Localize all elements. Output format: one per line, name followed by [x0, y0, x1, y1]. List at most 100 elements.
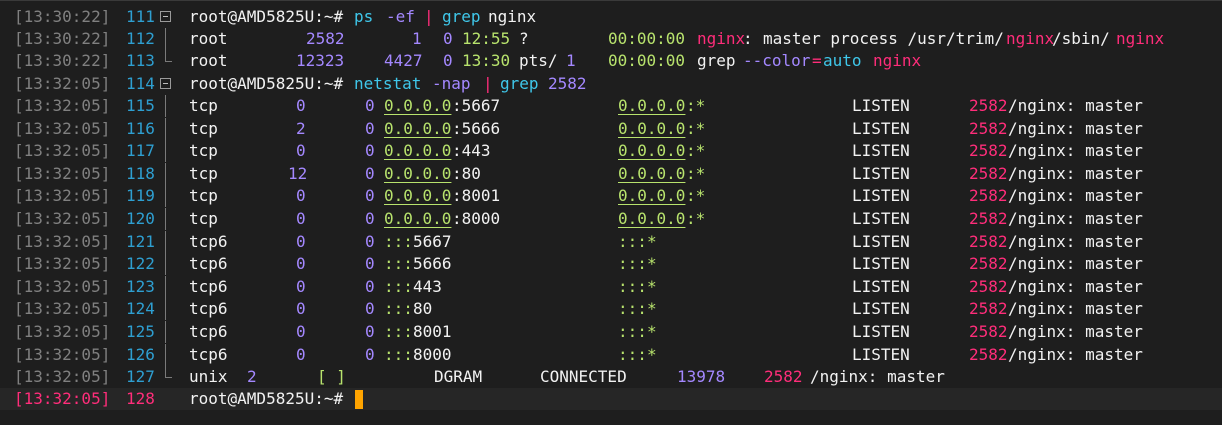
netstat-local-address: :::	[384, 276, 413, 296]
line-number: 125	[126, 322, 155, 341]
netstat-local-port: 8001	[413, 322, 452, 341]
ps-time: 00:00:00	[608, 51, 686, 70]
timestamp: [13:32:05]	[14, 322, 111, 341]
timestamp: [13:30:22]	[14, 29, 111, 48]
netstat-foreign-port: *	[647, 231, 657, 251]
netstat-local-address: :::	[384, 254, 413, 274]
terminal-line: [13:32:05] 114 root@AMD5825U:~# netstat …	[0, 73, 1222, 95]
ps-tty: ?	[519, 29, 529, 48]
timestamp: [13:32:05]	[14, 209, 111, 228]
ps-cmd-option: --color	[743, 51, 811, 70]
ps-stime: 13:30	[462, 51, 511, 70]
command-arg: -nap	[432, 74, 471, 93]
process-highlight: nginx	[873, 51, 922, 70]
ps-c: 0	[443, 51, 453, 70]
netstat-recv-q: 0	[296, 231, 306, 251]
netstat-proto: tcp	[189, 186, 218, 206]
terminal-line: [13:32:05] 126 tcp6 0 0::: 8000::: * LISTEN 2582…	[0, 343, 1222, 366]
netstat-local-port: :443	[452, 141, 491, 161]
netstat-send-q: 0	[365, 299, 375, 319]
fold-guide	[160, 253, 174, 276]
terminal-line: [13:30:22] 113 root 12323 4427 0 13:30 p…	[0, 50, 1222, 72]
netstat-foreign-port: *	[647, 344, 657, 364]
netstat-send-q: 0	[365, 141, 375, 161]
shell-prompt: root@AMD5825U:~#	[189, 7, 344, 26]
command-arg: -ef	[386, 7, 415, 26]
fold-guide	[160, 95, 174, 117]
ps-cmd-colon: :	[743, 29, 753, 48]
netstat-send-q: 0	[365, 186, 375, 206]
process-highlight: nginx	[1116, 29, 1165, 48]
netstat-pid: 2582	[969, 163, 1008, 183]
fold-guide	[160, 185, 174, 208]
line-number: 113	[126, 51, 155, 70]
line-number: 111	[126, 7, 155, 26]
netstat-local-port: :5666	[452, 118, 501, 138]
netstat-local-address: :::	[384, 344, 413, 364]
netstat-send-q: 0	[365, 231, 375, 251]
netstat-send-q: 0	[365, 276, 375, 296]
netstat-foreign-address: 0.0.0.0	[618, 209, 686, 228]
terminal-window[interactable]: [13:30:22] 111 root@AMD5825U:~# ps -ef |…	[0, 0, 1222, 425]
active-line[interactable]: [13:32:05] 128 root@AMD5825U:~#	[0, 388, 1222, 410]
netstat-recv-q: 0	[296, 299, 306, 319]
fold-collapse-icon[interactable]	[160, 78, 171, 89]
netstat-foreign-port: :*	[686, 141, 706, 161]
netstat-type: DGRAM	[434, 367, 483, 386]
timestamp: [13:32:05]	[14, 231, 111, 251]
netstat-local-port: :80	[452, 163, 481, 183]
timestamp: [13:32:05]	[14, 367, 111, 386]
netstat-pid: 2582	[969, 254, 1008, 274]
terminal-line: [13:32:05] 118 tcp 12 0 0.0.0.0:80 0.0.0.0:* LI…	[0, 162, 1222, 185]
command: grep	[442, 7, 481, 26]
fold-collapse-icon[interactable]	[160, 11, 171, 22]
netstat-program: /nginx: master	[1008, 141, 1143, 161]
netstat-pid: 2582	[969, 299, 1008, 319]
line-number: 114	[126, 74, 155, 93]
netstat-state: LISTEN	[852, 186, 910, 206]
netstat-local-address: 0.0.0.0	[384, 141, 452, 161]
terminal-line: [13:32:05] 125 tcp6 0 0::: 8001::: * LISTEN 2582…	[0, 321, 1222, 343]
line-number: 117	[126, 141, 155, 161]
terminal-line: [13:32:05] 124 tcp6 0 0::: 80::: * LISTEN 2582/n…	[0, 298, 1222, 321]
fold-guide	[160, 343, 174, 366]
netstat-proto: unix	[189, 367, 228, 386]
netstat-state: LISTEN	[852, 299, 910, 319]
command-arg: nginx	[488, 7, 537, 26]
netstat-foreign-address: :::	[618, 344, 647, 364]
command: netstat	[354, 74, 422, 93]
timestamp: [13:32:05]	[14, 389, 111, 408]
line-number: 127	[126, 367, 155, 386]
text-cursor[interactable]	[355, 390, 363, 409]
command: grep	[500, 74, 539, 93]
netstat-foreign-address: 0.0.0.0	[618, 96, 686, 115]
timestamp: [13:32:05]	[14, 163, 111, 183]
timestamp: [13:32:05]	[14, 141, 111, 161]
netstat-send-q: 0	[365, 254, 375, 274]
ps-ppid: 1	[412, 29, 422, 48]
terminal-line: [13:32:05] 120 tcp 0 0 0.0.0.0:8000 0.0.0.0:* L…	[0, 208, 1222, 230]
terminal-line: [13:32:05] 117 tcp 0 0 0.0.0.0:443 0.0.0.0:* LI…	[0, 140, 1222, 163]
netstat-send-q: 0	[365, 118, 375, 138]
netstat-program: /nginx: master	[1008, 254, 1143, 274]
netstat-pid: 2582	[969, 186, 1008, 206]
ps-tty: pts/	[519, 51, 558, 70]
netstat-local-port: :8001	[452, 186, 501, 206]
netstat-state: LISTEN	[852, 344, 910, 364]
netstat-pid: 2582	[969, 344, 1008, 364]
fold-guide	[160, 298, 174, 321]
line-number: 120	[126, 209, 155, 228]
netstat-program: /nginx: master	[810, 367, 945, 386]
line-number: 116	[126, 118, 155, 138]
netstat-proto: tcp6	[189, 322, 228, 341]
netstat-foreign-port: *	[647, 322, 657, 341]
netstat-pid: 2582	[764, 367, 803, 386]
netstat-program: /nginx: master	[1008, 118, 1143, 138]
netstat-state: LISTEN	[852, 209, 910, 228]
netstat-pid: 2582	[969, 231, 1008, 251]
netstat-foreign-port: :*	[686, 118, 706, 138]
terminal-line: [13:32:05] 119 tcp 0 0 0.0.0.0:8001 0.0.0.0:* L…	[0, 185, 1222, 208]
netstat-recv-q: 2	[296, 118, 306, 138]
terminal-line: [13:32:05] 116 tcp 2 0 0.0.0.0:5666 0.0.0.0:* L…	[0, 117, 1222, 140]
netstat-send-q: 0	[365, 344, 375, 364]
